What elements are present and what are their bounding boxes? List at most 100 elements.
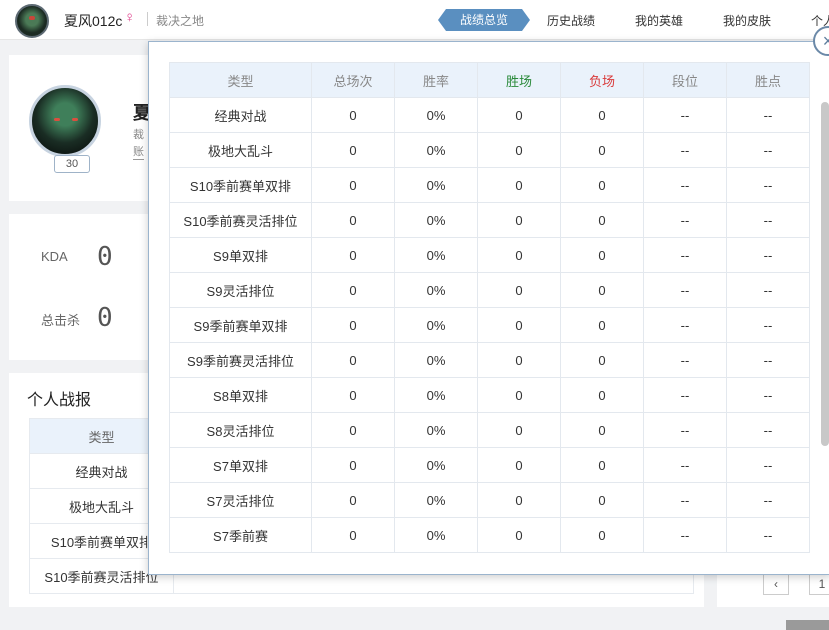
tab-my-champions[interactable]: 我的英雄 — [635, 12, 683, 29]
cell-total: 0 — [311, 517, 395, 553]
table-row: 经典对战 0 0% 0 0 -- -- — [169, 97, 810, 133]
pager-prev-button[interactable]: ‹ — [763, 573, 789, 595]
cell-points: -- — [726, 412, 810, 448]
cell-losses: 0 — [560, 412, 644, 448]
cell-losses: 0 — [560, 517, 644, 553]
popup-scrollbar[interactable] — [821, 102, 829, 446]
cell-wins: 0 — [477, 447, 561, 483]
cell-points: -- — [726, 342, 810, 378]
cell-rank: -- — [643, 482, 727, 518]
cell-losses: 0 — [560, 132, 644, 168]
cell-wins: 0 — [477, 307, 561, 343]
avatar[interactable] — [15, 4, 49, 38]
cell-losses: 0 — [560, 342, 644, 378]
cell-losses: 0 — [560, 307, 644, 343]
kills-label: 总击杀 — [41, 313, 81, 328]
tab-my-skins[interactable]: 我的皮肤 — [723, 12, 771, 29]
personal-report-title: 个人战报 — [27, 392, 92, 409]
cell-winrate: 0% — [394, 412, 478, 448]
cell-rank: -- — [643, 132, 727, 168]
record-overview-body: 经典对战 0 0% 0 0 -- -- 极地大乱斗 0 0% 0 0 -- -- S10季前赛单双排 0 0% 0… — [169, 97, 810, 553]
pager-page-button[interactable]: 1 — [809, 573, 829, 595]
table-row: 极地大乱斗 0 0% 0 0 -- -- — [169, 132, 810, 168]
col-header-total: 总场次 — [311, 62, 395, 98]
cell-winrate: 0% — [394, 272, 478, 308]
cell-rank: -- — [643, 237, 727, 273]
cell-type: S8单双排 — [169, 377, 312, 413]
cell-total: 0 — [311, 272, 395, 308]
avatar-eye-right — [72, 118, 78, 121]
profile-account-link[interactable]: 账 — [133, 143, 144, 160]
cell-losses: 0 — [560, 377, 644, 413]
cell-type: S9季前赛单双排 — [169, 307, 312, 343]
cell-total: 0 — [311, 202, 395, 238]
cell-rank: -- — [643, 307, 727, 343]
cell-wins: 0 — [477, 482, 561, 518]
profile-server-line: 裁 — [133, 129, 144, 141]
cell-winrate: 0% — [394, 202, 478, 238]
table-row: S7季前赛 0 0% 0 0 -- -- — [169, 517, 810, 553]
cell-wins: 0 — [477, 132, 561, 168]
cell-total: 0 — [311, 412, 395, 448]
table-row: S9季前赛灵活排位 0 0% 0 0 -- -- — [169, 342, 810, 378]
cell-wins: 0 — [477, 342, 561, 378]
tab-match-history[interactable]: 历史战绩 — [547, 12, 595, 29]
cell-winrate: 0% — [394, 447, 478, 483]
avatar-eye-left — [54, 118, 60, 121]
stats-card: KDA 0 总击杀 0 — [9, 214, 159, 360]
cell-type: S9季前赛灵活排位 — [169, 342, 312, 378]
cell-points: -- — [726, 447, 810, 483]
cell-rank: -- — [643, 377, 727, 413]
cell-total: 0 — [311, 377, 395, 413]
cell-points: -- — [726, 167, 810, 203]
table-row: S9季前赛单双排 0 0% 0 0 -- -- — [169, 307, 810, 343]
table-row: S10季前赛单双排 0 0% 0 0 -- -- — [169, 167, 810, 203]
cell-points: -- — [726, 97, 810, 133]
cell-points: -- — [726, 482, 810, 518]
cell-total: 0 — [311, 482, 395, 518]
cell-points: -- — [726, 272, 810, 308]
cell-rank: -- — [643, 167, 727, 203]
cell-rank: -- — [643, 272, 727, 308]
cell-type: S7单双排 — [169, 447, 312, 483]
cell-type: S9单双排 — [169, 237, 312, 273]
table-row: S8灵活排位 0 0% 0 0 -- -- — [169, 412, 810, 448]
tab-record-overview[interactable]: 战绩总览 — [437, 9, 531, 31]
level-badge: 30 — [54, 155, 90, 173]
cell-winrate: 0% — [394, 482, 478, 518]
cell-losses: 0 — [560, 97, 644, 133]
cell-wins: 0 — [477, 202, 561, 238]
cell-rank: -- — [643, 97, 727, 133]
cell-wins: 0 — [477, 97, 561, 133]
table-row: S9单双排 0 0% 0 0 -- -- — [169, 237, 810, 273]
cell-wins: 0 — [477, 517, 561, 553]
cell-wins: 0 — [477, 377, 561, 413]
cell-winrate: 0% — [394, 132, 478, 168]
cell-total: 0 — [311, 167, 395, 203]
cell-losses: 0 — [560, 237, 644, 273]
cell-winrate: 0% — [394, 237, 478, 273]
server-name: 裁决之地 — [156, 14, 205, 28]
cell-total: 0 — [311, 342, 395, 378]
kills-value: 0 — [97, 303, 113, 333]
table-row: S7单双排 0 0% 0 0 -- -- — [169, 447, 810, 483]
cell-rank: -- — [643, 342, 727, 378]
kda-label: KDA — [41, 249, 68, 264]
bottom-corner-bar — [786, 620, 829, 630]
cell-total: 0 — [311, 237, 395, 273]
table-row: S8单双排 0 0% 0 0 -- -- — [169, 377, 810, 413]
avatar-eye-glow — [29, 16, 35, 20]
cell-type: 极地大乱斗 — [169, 132, 312, 168]
cell-losses: 0 — [560, 202, 644, 238]
col-header-losses: 负场 — [560, 62, 644, 98]
cell-rank: -- — [643, 447, 727, 483]
cell-points: -- — [726, 307, 810, 343]
col-header-points: 胜点 — [726, 62, 810, 98]
cell-total: 0 — [311, 447, 395, 483]
profile-card: 30 夏 裁 账 — [9, 55, 159, 201]
cell-winrate: 0% — [394, 342, 478, 378]
cell-winrate: 0% — [394, 517, 478, 553]
cell-total: 0 — [311, 132, 395, 168]
female-gender-icon: ♀ — [124, 9, 136, 26]
cell-rank: -- — [643, 202, 727, 238]
